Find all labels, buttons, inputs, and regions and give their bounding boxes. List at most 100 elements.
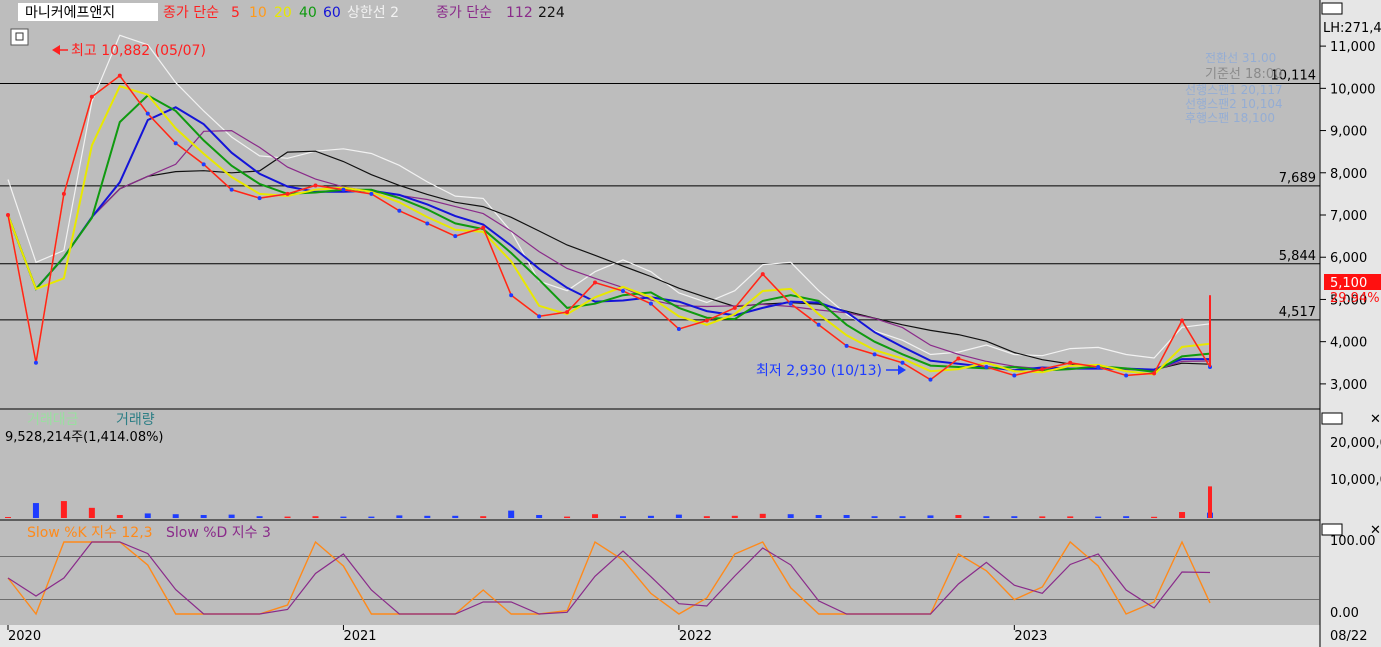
stoch-tick: 0.00: [1330, 606, 1359, 621]
time-tick-label: 2020: [8, 629, 41, 644]
volume-bar: [172, 514, 179, 518]
ma-short-label: 종가 단순: [163, 5, 219, 21]
volume-bar: [647, 515, 654, 518]
close-point: [788, 301, 793, 306]
volume-bar: [116, 515, 123, 518]
volume-bar: [200, 515, 207, 518]
high-label: 최고 10,882 (05/07): [71, 43, 206, 59]
close-point: [313, 183, 318, 188]
volume-bar: [284, 516, 291, 518]
volume-bar: [759, 513, 766, 518]
close-point: [89, 94, 94, 99]
axis-toggle-icon[interactable]: [1321, 2, 1343, 15]
change-pct: 29.94%: [1330, 291, 1380, 306]
volume-tick: 20,000,0: [1330, 436, 1381, 451]
volume-bar: [815, 515, 822, 518]
volume-bar: [228, 514, 235, 518]
volume-bar: [1095, 516, 1102, 518]
volume-bar: [368, 516, 375, 518]
close-point: [1012, 373, 1017, 378]
close-point: [201, 162, 206, 167]
volume-bar: [452, 515, 459, 518]
ma-long-label: 종가 단순: [436, 5, 492, 21]
volume-bar: [340, 516, 347, 518]
current-price: 5,100: [1330, 276, 1367, 291]
close-point: [900, 360, 905, 365]
ma-period-60: 60: [323, 5, 341, 21]
volume-bar: [424, 515, 431, 518]
close-point: [565, 310, 570, 315]
volume-bar: [787, 514, 794, 518]
volume-bar-last: [1208, 486, 1212, 518]
volume-tick: 10,000,0: [1330, 473, 1381, 488]
time-tick-label: 2021: [343, 629, 376, 644]
volume-bar: [592, 514, 599, 518]
faded-label: 선행스팬2 10,104: [1185, 96, 1283, 111]
volume-bar: [1039, 516, 1046, 518]
volume-bar: [871, 516, 878, 518]
volume-bar: [564, 516, 571, 518]
close-point: [481, 225, 486, 230]
volume-bar: [480, 516, 487, 518]
close-point: [1096, 365, 1101, 369]
volume-bar: [32, 503, 39, 518]
price-tick-label: 11,000: [1330, 40, 1376, 55]
close-point: [1040, 367, 1045, 372]
close-icon[interactable]: ✕: [1370, 412, 1381, 427]
close-point: [1068, 360, 1073, 365]
volume-panel-toggle-icon[interactable]: [1321, 412, 1343, 425]
volume-bar: [256, 516, 263, 518]
volume-legend-amount: 거래대금: [27, 412, 79, 428]
close-point: [369, 191, 374, 196]
volume-legend-volume: 거래량: [116, 412, 155, 428]
close-point: [173, 141, 178, 146]
stoch-tick: 100.00: [1330, 534, 1376, 549]
volume-bar: [899, 516, 906, 518]
volume-bar: [927, 515, 934, 518]
volume-bar: [1179, 512, 1186, 518]
volume-bar: [955, 515, 962, 518]
chart-settings-icon[interactable]: [10, 28, 29, 46]
close-point: [145, 111, 150, 116]
close-point: [1180, 318, 1185, 323]
faded-label: 후행스팬 18,100: [1185, 110, 1275, 125]
close-point: [33, 360, 38, 365]
volume-bar: [1123, 516, 1130, 518]
upper-line-label: 상한선 2: [347, 5, 399, 21]
close-point: [453, 234, 458, 239]
close-point: [509, 293, 514, 298]
ma-period-20: 20: [274, 5, 292, 21]
close-point: [61, 191, 66, 196]
close-point: [844, 343, 849, 348]
level-label: 5,844: [1279, 249, 1316, 264]
ma-period-10: 10: [249, 5, 267, 21]
faded-label: 전환선 31.00: [1205, 51, 1276, 65]
volume-bar: [843, 515, 850, 518]
price-tick-label: 9,000: [1330, 125, 1367, 140]
ma-period-112: 112: [506, 5, 533, 21]
close-point: [732, 305, 737, 310]
close-point: [1124, 373, 1129, 378]
time-tick-label: 2022: [679, 629, 712, 644]
close-point: [425, 221, 430, 226]
faded-label: 선행스팬1 20,117: [1185, 82, 1283, 97]
volume-bar: [731, 515, 738, 518]
volume-bar: [508, 510, 515, 518]
close-point: [620, 289, 625, 293]
close-point: [704, 318, 709, 323]
close-point: [872, 352, 877, 357]
close-point: [928, 377, 933, 382]
close-point: [6, 213, 10, 217]
price-tick-label: 7,000: [1330, 209, 1367, 224]
close-point: [593, 280, 598, 285]
close-point: [816, 322, 821, 327]
close-point: [257, 196, 262, 201]
close-point: [229, 187, 234, 192]
time-tick-label: 2023: [1014, 629, 1047, 644]
close-point: [676, 327, 681, 331]
volume-bar: [144, 513, 151, 518]
low-label: 최저 2,930 (10/13): [756, 363, 882, 379]
volume-bar: [619, 516, 626, 518]
stock-chart[interactable]: 10,1147,6895,8444,517 11,00010,0009,0008…: [0, 0, 1381, 647]
ma-period-5: 5: [231, 5, 240, 21]
